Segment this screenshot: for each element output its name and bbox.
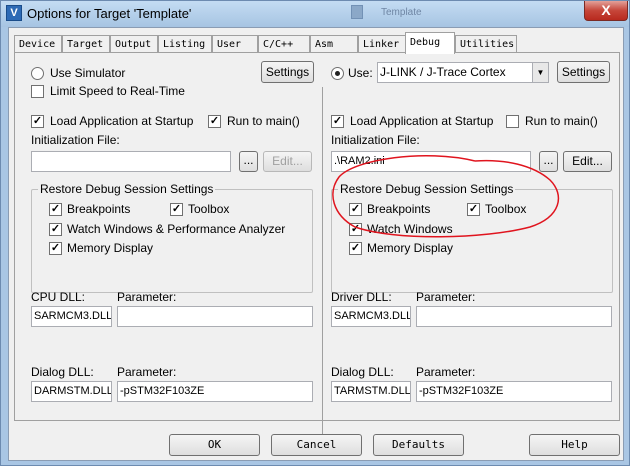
- tab-output[interactable]: Output: [110, 35, 158, 53]
- defaults-button[interactable]: Defaults: [373, 434, 464, 456]
- right-init-file-field[interactable]: .\RAM2.ini: [331, 151, 531, 172]
- simulator-settings-button[interactable]: Settings: [261, 61, 314, 83]
- left-toolbox-label: Toolbox: [188, 202, 230, 216]
- driver-param-label: Parameter:: [416, 290, 476, 304]
- left-restore-group-title: Restore Debug Session Settings: [38, 182, 216, 196]
- right-browse-button[interactable]: ...: [539, 151, 558, 172]
- dialog-client: Device Target Output Listing User C/C++ …: [8, 27, 624, 461]
- limit-speed-checkbox[interactable]: [31, 85, 44, 98]
- left-init-file-field[interactable]: [31, 151, 231, 172]
- debug-panel: Use Simulator Limit Speed to Real-Time S…: [14, 53, 620, 445]
- background-window-icon: [351, 5, 363, 19]
- left-memory-display-label: Memory Display: [67, 241, 154, 255]
- right-dialog-param-field[interactable]: -pSTM32F103ZE: [416, 381, 612, 402]
- right-load-app-checkbox[interactable]: ✓: [331, 115, 344, 128]
- cancel-button[interactable]: Cancel: [271, 434, 362, 456]
- use-debugger-label: Use:: [348, 66, 373, 80]
- tab-cc[interactable]: C/C++: [258, 35, 310, 53]
- right-watch-windows-checkbox[interactable]: ✓: [349, 223, 362, 236]
- left-watch-windows-label: Watch Windows & Performance Analyzer: [67, 222, 286, 236]
- right-dialog-dll-field[interactable]: TARMSTM.DLL: [331, 381, 411, 402]
- left-memory-display-checkbox[interactable]: ✓: [49, 242, 62, 255]
- left-toolbox-checkbox[interactable]: ✓: [170, 203, 183, 216]
- left-breakpoints-checkbox[interactable]: ✓: [49, 203, 62, 216]
- limit-speed-label: Limit Speed to Real-Time: [50, 84, 185, 98]
- left-run-to-main-label: Run to main(): [227, 114, 300, 128]
- left-load-app-checkbox[interactable]: ✓: [31, 115, 44, 128]
- tab-target[interactable]: Target: [62, 35, 110, 53]
- right-memory-display-checkbox[interactable]: ✓: [349, 242, 362, 255]
- tab-asm[interactable]: Asm: [310, 35, 358, 53]
- left-dialog-dll-label: Dialog DLL:: [31, 365, 94, 379]
- debugger-settings-button[interactable]: Settings: [557, 61, 610, 83]
- debugger-select[interactable]: J-LINK / J-Trace Cortex ▼: [377, 62, 549, 83]
- tab-device[interactable]: Device: [14, 35, 62, 53]
- options-dialog: V Options for Target 'Template' Template…: [0, 0, 630, 466]
- tab-user[interactable]: User: [212, 35, 258, 53]
- driver-param-field[interactable]: [416, 306, 612, 327]
- left-dialog-dll-field[interactable]: DARMSTM.DLL: [31, 381, 112, 402]
- right-toolbox-label: Toolbox: [485, 202, 527, 216]
- tab-strip-line: [14, 52, 620, 53]
- cpu-param-label: Parameter:: [117, 290, 177, 304]
- right-toolbox-checkbox[interactable]: ✓: [467, 203, 480, 216]
- tab-linker[interactable]: Linker: [358, 35, 406, 53]
- left-init-file-label: Initialization File:: [31, 133, 120, 147]
- right-run-to-main-checkbox[interactable]: [506, 115, 519, 128]
- chevron-down-icon[interactable]: ▼: [532, 63, 548, 82]
- driver-dll-label: Driver DLL:: [331, 290, 392, 304]
- background-window-title: Template: [381, 7, 422, 18]
- cpu-dll-label: CPU DLL:: [31, 290, 86, 304]
- driver-dll-field[interactable]: SARMCM3.DLL: [331, 306, 411, 327]
- right-dialog-param-label: Parameter:: [416, 365, 476, 379]
- cpu-dll-field[interactable]: SARMCM3.DLL: [31, 306, 112, 327]
- right-run-to-main-label: Run to main(): [525, 114, 598, 128]
- window-title: Options for Target 'Template': [27, 6, 192, 21]
- left-edit-button[interactable]: Edit...: [263, 151, 312, 172]
- debugger-select-value: J-LINK / J-Trace Cortex: [380, 65, 506, 79]
- left-load-app-label: Load Application at Startup: [50, 114, 194, 128]
- right-memory-display-label: Memory Display: [367, 241, 454, 255]
- left-watch-windows-checkbox[interactable]: ✓: [49, 223, 62, 236]
- close-button[interactable]: X: [584, 1, 628, 21]
- right-load-app-label: Load Application at Startup: [350, 114, 494, 128]
- right-breakpoints-label: Breakpoints: [367, 202, 431, 216]
- cpu-param-field[interactable]: [117, 306, 313, 327]
- title-bar[interactable]: V Options for Target 'Template' Template…: [1, 1, 629, 27]
- right-init-file-label: Initialization File:: [331, 133, 420, 147]
- left-browse-button[interactable]: ...: [239, 151, 258, 172]
- right-watch-windows-label: Watch Windows: [367, 222, 453, 236]
- help-button[interactable]: Help: [529, 434, 620, 456]
- use-simulator-radio[interactable]: [31, 67, 44, 80]
- right-edit-button[interactable]: Edit...: [563, 151, 612, 172]
- right-breakpoints-checkbox[interactable]: ✓: [349, 203, 362, 216]
- use-debugger-radio[interactable]: [331, 67, 344, 80]
- left-dialog-param-field[interactable]: -pSTM32F103ZE: [117, 381, 313, 402]
- use-simulator-label: Use Simulator: [50, 66, 126, 80]
- tab-debug[interactable]: Debug: [405, 32, 455, 54]
- right-restore-group-title: Restore Debug Session Settings: [338, 182, 516, 196]
- column-divider: [322, 87, 323, 445]
- left-dialog-param-label: Parameter:: [117, 365, 177, 379]
- app-icon: V: [6, 5, 22, 21]
- left-breakpoints-label: Breakpoints: [67, 202, 131, 216]
- tab-listing[interactable]: Listing: [158, 35, 212, 53]
- tab-utilities[interactable]: Utilities: [455, 35, 517, 53]
- right-dialog-dll-label: Dialog DLL:: [331, 365, 394, 379]
- ok-button[interactable]: OK: [169, 434, 260, 456]
- left-run-to-main-checkbox[interactable]: ✓: [208, 115, 221, 128]
